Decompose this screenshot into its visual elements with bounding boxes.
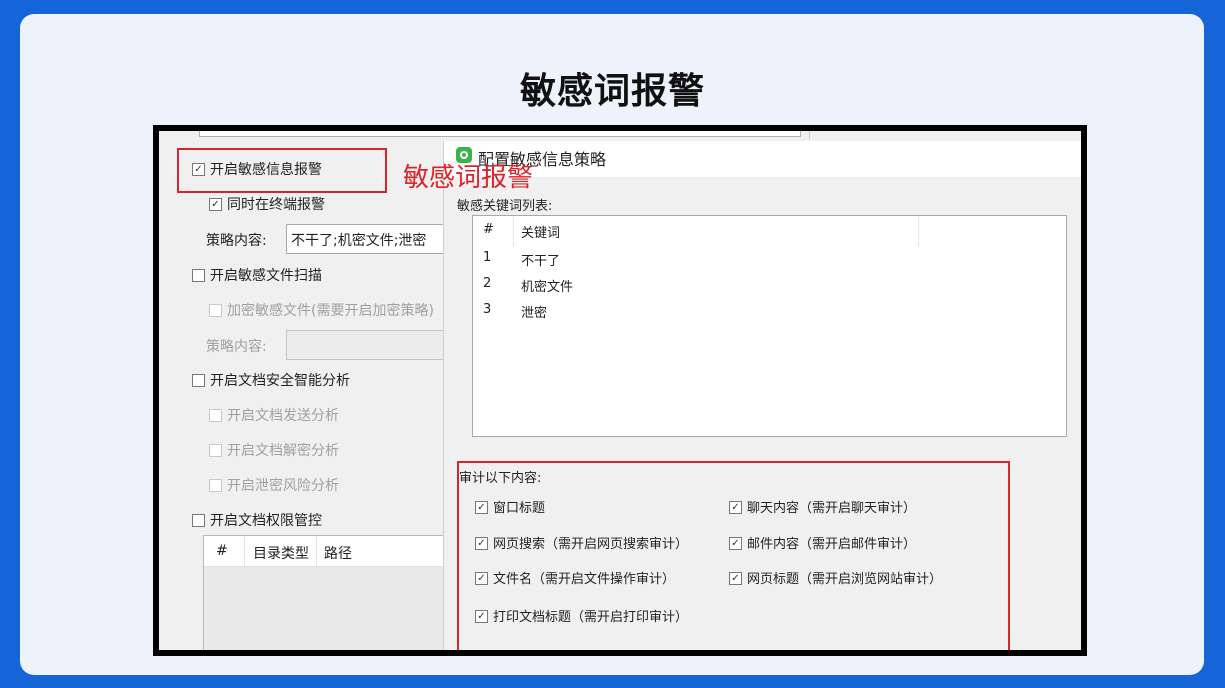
policy-content-label: 策略内容: (206, 233, 267, 249)
keyword-col-divider (918, 216, 919, 246)
audit-web-title-label: 网页标题（需开启浏览网站审计） (747, 572, 943, 587)
doc-decrypt-checkbox[interactable] (209, 444, 222, 457)
keyword-list-header (473, 216, 1066, 246)
audit-web-search-checkbox[interactable]: ✓ (475, 537, 488, 550)
keyword-word: 机密文件 (521, 280, 574, 295)
audit-window-title-checkbox[interactable]: ✓ (475, 501, 488, 514)
audit-chat-label: 聊天内容（需开启聊天审计） (747, 501, 917, 516)
top-scrollbar[interactable] (199, 131, 801, 137)
audit-mail-checkbox[interactable]: ✓ (729, 537, 742, 550)
directory-col-type[interactable]: 目录类型 (253, 543, 309, 563)
screenshot-frame: ✓ 开启敏感信息报警 ✓ 同时在终端报警 策略内容: 不干了;机密文件;泄密 开… (153, 125, 1087, 656)
leak-risk-label: 开启泄密风险分析 (227, 478, 339, 494)
doc-permission-label: 开启文档权限管控 (210, 513, 322, 529)
directory-col-index[interactable]: # (216, 543, 228, 559)
directory-col-divider (244, 536, 245, 566)
audit-filename-checkbox[interactable]: ✓ (475, 572, 488, 585)
keyword-list-label: 敏感关键词列表: (457, 199, 553, 214)
policy-content-value: 不干了;机密文件;泄密 (291, 233, 427, 249)
annotation-label: 敏感词报警 (403, 163, 534, 193)
keyword-index: 2 (483, 276, 492, 291)
file-scan-label: 开启敏感文件扫描 (210, 268, 322, 284)
terminal-alert-checkbox[interactable]: ✓ (209, 198, 222, 211)
terminal-alert-label: 同时在终端报警 (227, 197, 325, 213)
encrypt-files-label: 加密敏感文件(需要开启加密策略) (227, 303, 434, 319)
audit-window-title-label: 窗口标题 (493, 501, 546, 516)
config-dialog: 配置敏感信息策略 敏感关键词列表: # 关键词 1 不干了 2 机密文件 3 泄… (443, 141, 1081, 650)
audit-mail-label: 邮件内容（需开启邮件审计） (747, 537, 917, 552)
doc-analysis-label: 开启文档安全智能分析 (210, 373, 350, 389)
policy-content-input-2[interactable] (286, 330, 448, 360)
policy-content-label-2: 策略内容: (206, 339, 267, 355)
keyword-list[interactable]: # 关键词 1 不干了 2 机密文件 3 泄密 (472, 215, 1067, 437)
keyword-col-divider (513, 216, 514, 246)
keyword-word: 泄密 (521, 306, 548, 321)
top-grid-line (809, 131, 810, 139)
keyword-col-index[interactable]: # (483, 222, 494, 237)
audit-print-title-label: 打印文档标题（需开启打印审计） (493, 610, 689, 625)
directory-col-path[interactable]: 路径 (324, 543, 352, 563)
keyword-index: 3 (483, 302, 492, 317)
audit-web-search-label: 网页搜索（需开启网页搜索审计） (493, 537, 689, 552)
audit-section-label: 审计以下内容: (459, 471, 542, 486)
audit-web-title-checkbox[interactable]: ✓ (729, 572, 742, 585)
doc-decrypt-label: 开启文档解密分析 (227, 443, 339, 459)
audit-filename-label: 文件名（需开启文件操作审计） (493, 572, 676, 587)
encrypt-files-checkbox[interactable] (209, 304, 222, 317)
doc-permission-checkbox[interactable] (192, 514, 205, 527)
highlight-box-alert (177, 148, 387, 193)
page-title: 敏感词报警 (519, 71, 705, 112)
keyword-index: 1 (483, 250, 492, 265)
settings-window: ✓ 开启敏感信息报警 ✓ 同时在终端报警 策略内容: 不干了;机密文件;泄密 开… (159, 131, 1081, 650)
doc-send-checkbox[interactable] (209, 409, 222, 422)
doc-analysis-checkbox[interactable] (192, 374, 205, 387)
doc-send-label: 开启文档发送分析 (227, 408, 339, 424)
leak-risk-checkbox[interactable] (209, 479, 222, 492)
file-scan-checkbox[interactable] (192, 269, 205, 282)
keyword-word: 不干了 (521, 254, 561, 269)
directory-col-divider (316, 536, 317, 566)
audit-print-title-checkbox[interactable]: ✓ (475, 610, 488, 623)
directory-table: # 目录类型 路径 (203, 535, 465, 650)
keyword-col-word[interactable]: 关键词 (521, 222, 560, 241)
audit-chat-checkbox[interactable]: ✓ (729, 501, 742, 514)
